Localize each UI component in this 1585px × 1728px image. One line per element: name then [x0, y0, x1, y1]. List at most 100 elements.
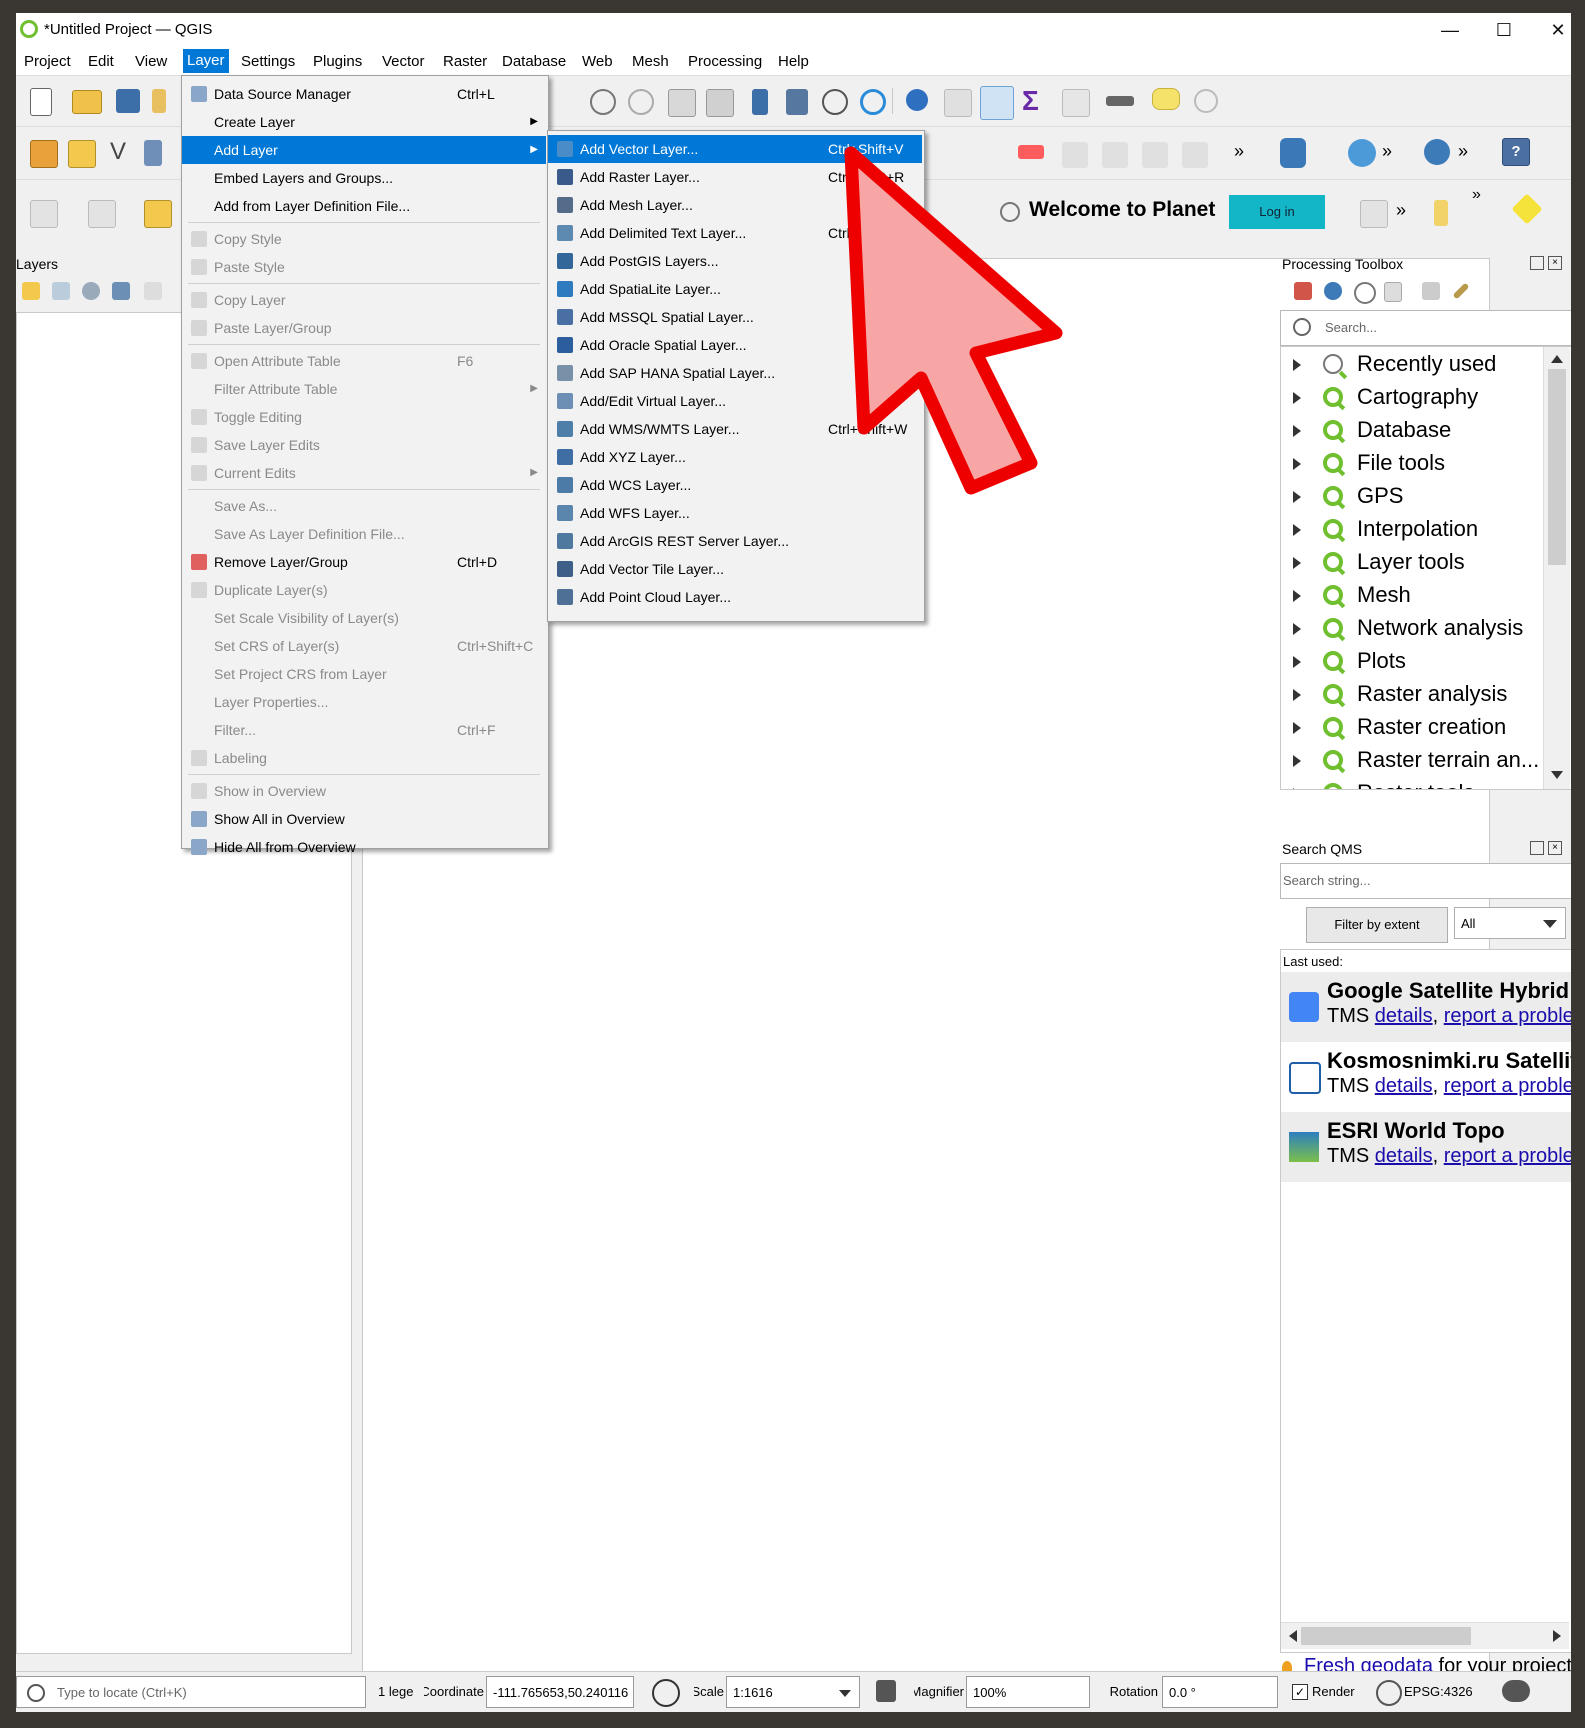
menu-edit[interactable]: Edit — [88, 53, 114, 70]
render-checkbox[interactable]: ✓ — [1292, 1684, 1308, 1700]
hscroll-thumb[interactable] — [1301, 1627, 1471, 1645]
expand-arrow-icon[interactable] — [1293, 557, 1301, 569]
expand-arrow-icon[interactable] — [1293, 590, 1301, 602]
processing-group-gps[interactable]: GPS — [1281, 479, 1543, 512]
expand-arrow-icon[interactable] — [1293, 392, 1301, 404]
new-virtual-icon[interactable]: V — [110, 139, 136, 165]
database-cylinder-icon[interactable] — [1280, 138, 1306, 168]
qms-report-link[interactable]: report a proble — [1444, 1075, 1571, 1097]
scroll-left-icon[interactable] — [1289, 1630, 1297, 1642]
qms-filter-select[interactable]: All — [1454, 907, 1566, 939]
history-icon[interactable] — [1354, 282, 1376, 304]
toolbar-more-icon-3[interactable]: » — [1458, 141, 1468, 162]
layer-menu-item-filter-attribute-table[interactable]: Filter Attribute Table ▶ — [182, 375, 546, 403]
layer-menu-item-show-in-overview[interactable]: Show in Overview — [182, 777, 546, 805]
style-manager-icon[interactable] — [22, 282, 40, 300]
zoom-in-icon[interactable] — [590, 89, 616, 115]
toolbar-more-icon[interactable]: » — [1234, 141, 1244, 162]
results-icon[interactable] — [1384, 282, 1402, 302]
processing-group-recently-used[interactable]: Recently used — [1281, 347, 1543, 380]
expand-arrow-icon[interactable] — [1293, 656, 1301, 668]
crs-globe-icon[interactable] — [1376, 1680, 1402, 1706]
python-icon[interactable] — [1424, 139, 1450, 165]
processing-group-plots[interactable]: Plots — [1281, 644, 1543, 677]
processing-group-database[interactable]: Database — [1281, 413, 1543, 446]
expand-arrow-icon[interactable] — [1293, 491, 1301, 503]
menu-view[interactable]: View — [135, 53, 167, 70]
layer-menu-item-set-crs-of-layer-s[interactable]: Set CRS of Layer(s) Ctrl+Shift+C — [182, 632, 546, 660]
processing-group-raster-analysis[interactable]: Raster analysis — [1281, 677, 1543, 710]
processing-search-box[interactable]: Search... — [1280, 310, 1571, 346]
layer-menu-item-labeling[interactable]: Labeling — [182, 744, 546, 772]
save-project-icon[interactable] — [116, 89, 140, 113]
add-layer-item-add-point-cloud-layer[interactable]: Add Point Cloud Layer... — [548, 583, 922, 611]
menu-plugins[interactable]: Plugins — [313, 53, 362, 70]
magnifier-spinbox[interactable]: 100% — [966, 1676, 1090, 1708]
zoom-out-icon[interactable] — [628, 89, 654, 115]
menu-help[interactable]: Help — [778, 53, 809, 70]
expand-arrow-icon[interactable] — [1293, 788, 1301, 789]
layer-menu-item-remove-layer-group[interactable]: Remove Layer/Group Ctrl+D — [182, 548, 546, 576]
layer-menu-item-hide-all-from-overview[interactable]: Hide All from Overview — [182, 833, 546, 861]
pencil-tool-icon[interactable] — [1434, 200, 1448, 226]
processing-group-interpolation[interactable]: Interpolation — [1281, 512, 1543, 545]
processing-group-raster-tools[interactable]: Raster tools — [1281, 776, 1543, 789]
expand-arrow-icon[interactable] — [1293, 755, 1301, 767]
coordinate-field[interactable]: -111.765653,50.240116 — [486, 1676, 634, 1708]
layer-menu-item-current-edits[interactable]: Current Edits ▶ — [182, 459, 546, 487]
maximize-button[interactable]: ☐ — [1484, 17, 1524, 43]
layer-menu-item-add-layer[interactable]: Add Layer ▶ — [182, 136, 546, 164]
filter-by-extent-button[interactable]: Filter by extent — [1306, 907, 1448, 943]
show-bookmarks-icon[interactable] — [786, 89, 808, 115]
expand-arrow-icon[interactable] — [1293, 689, 1301, 701]
processing-group-mesh[interactable]: Mesh — [1281, 578, 1543, 611]
processing-scrollbar[interactable] — [1543, 347, 1570, 789]
expand-arrow-icon[interactable] — [1293, 524, 1301, 536]
qms-item-kosmosnimki[interactable]: Kosmosnimki.ru Satellite TMS details, re… — [1281, 1042, 1571, 1112]
new-bookmark-icon[interactable] — [752, 89, 768, 115]
expand-arrow-icon[interactable] — [1293, 722, 1301, 734]
toolbox-gear-icon[interactable] — [980, 86, 1014, 120]
add-layer-item-add-vector-tile-layer[interactable]: Add Vector Tile Layer... — [548, 555, 922, 583]
minimize-button[interactable]: — — [1430, 17, 1470, 43]
scale-combo[interactable]: 1:1616 — [726, 1676, 860, 1708]
qms-details-link[interactable]: details — [1375, 1075, 1433, 1097]
qms-float-icon[interactable] — [1530, 841, 1544, 855]
select-features-icon[interactable] — [30, 200, 58, 228]
expand-arrow-icon[interactable] — [1293, 425, 1301, 437]
layer-menu-item-paste-style[interactable]: Paste Style — [182, 253, 546, 281]
layer-menu-item-add-from-layer-definition-file[interactable]: Add from Layer Definition File... — [182, 192, 546, 220]
qms-item-esri[interactable]: ESRI World Topo TMS details, report a pr… — [1281, 1112, 1571, 1182]
layer-menu-item-toggle-editing[interactable]: Toggle Editing — [182, 403, 546, 431]
web-globe-icon[interactable] — [1348, 139, 1376, 167]
expand-arrow-icon[interactable] — [1293, 623, 1301, 635]
menu-database[interactable]: Database — [502, 53, 566, 70]
scroll-up-icon[interactable] — [1551, 355, 1563, 363]
close-button[interactable]: ✕ — [1538, 17, 1571, 43]
layer-menu-item-save-as[interactable]: Save As... — [182, 492, 546, 520]
identify-icon[interactable] — [906, 89, 928, 111]
menu-processing[interactable]: Processing — [688, 53, 762, 70]
menu-settings[interactable]: Settings — [241, 53, 295, 70]
processing-group-raster-terrain-an[interactable]: Raster terrain an... — [1281, 743, 1543, 776]
new-shapefile-icon[interactable] — [68, 140, 96, 168]
scripts-icon[interactable] — [1324, 282, 1342, 300]
layer-menu-item-layer-properties[interactable]: Layer Properties... — [182, 688, 546, 716]
toolbar-more-icon-4[interactable]: » — [1396, 200, 1406, 221]
scroll-down-icon[interactable] — [1551, 771, 1563, 779]
qms-details-link[interactable]: details — [1375, 1145, 1433, 1167]
filter-legend-icon[interactable] — [112, 282, 130, 300]
label-show-icon[interactable] — [1102, 142, 1128, 168]
layer-menu-item-data-source-manager[interactable]: Data Source Manager Ctrl+L — [182, 80, 546, 108]
processing-group-network-analysis[interactable]: Network analysis — [1281, 611, 1543, 644]
menu-raster[interactable]: Raster — [443, 53, 487, 70]
coordinate-toggle-icon[interactable] — [652, 1679, 680, 1707]
layer-menu-item-save-as-layer-definition-file[interactable]: Save As Layer Definition File... — [182, 520, 546, 548]
processing-group-layer-tools[interactable]: Layer tools — [1281, 545, 1543, 578]
layer-menu-item-embed-layers-and-groups[interactable]: Embed Layers and Groups... — [182, 164, 546, 192]
field-calc-icon[interactable] — [1062, 89, 1090, 117]
map-tips-icon[interactable] — [1152, 88, 1180, 110]
lock-icon[interactable] — [876, 1680, 896, 1702]
zoom-selection-icon[interactable] — [706, 89, 734, 117]
layer-menu-item-paste-layer-group[interactable]: Paste Layer/Group — [182, 314, 546, 342]
